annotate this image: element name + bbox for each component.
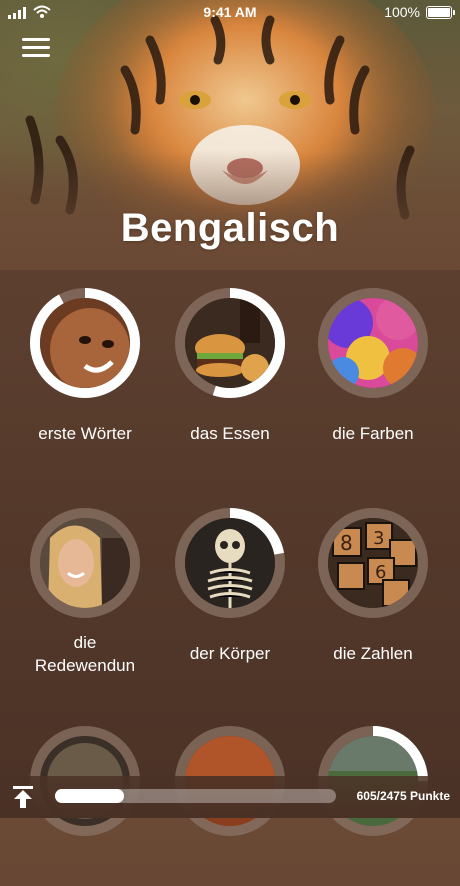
page-title: Bengalisch xyxy=(120,206,340,250)
category-label: das Essen xyxy=(190,424,270,443)
category-item[interactable]: erste Wörter xyxy=(10,288,160,448)
hamburger-menu-icon[interactable] xyxy=(22,36,52,60)
category-item[interactable]: das Essen xyxy=(155,288,305,448)
smiling-woman-thumbnail xyxy=(40,518,130,608)
category-item[interactable]: 8 3 6 die Zahlen xyxy=(298,508,448,668)
battery-icon xyxy=(426,6,455,19)
burger-meal-thumbnail xyxy=(185,298,275,388)
category-label: der Körper xyxy=(189,644,271,663)
svg-text:3: 3 xyxy=(373,528,384,549)
category-label: erste Wörter xyxy=(38,424,132,443)
svg-text:6: 6 xyxy=(375,562,386,583)
points-label: 605/2475 Punkte xyxy=(356,789,450,803)
battery-percent: 100% xyxy=(384,4,420,20)
category-item[interactable]: die Redewendun xyxy=(10,508,160,675)
category-label: die Redewendun xyxy=(34,633,136,675)
baby-face-thumbnail xyxy=(40,298,130,388)
points-progress-bar xyxy=(55,789,336,803)
category-item[interactable]: der Körper xyxy=(155,508,305,668)
category-label: die Zahlen xyxy=(333,644,413,663)
bottom-bar: 605/2475 Punkte xyxy=(0,776,460,818)
status-bar: 9:41 AM 100% xyxy=(0,0,460,26)
svg-text:8: 8 xyxy=(340,531,353,555)
points-progress-fill xyxy=(55,789,124,803)
scroll-to-top-icon[interactable] xyxy=(10,784,36,810)
category-item[interactable]: die Farben xyxy=(298,288,448,448)
color-powder-thumbnail xyxy=(328,298,418,388)
skeleton-thumbnail xyxy=(185,518,275,608)
number-blocks-thumbnail: 83 6 xyxy=(328,518,418,608)
category-label: die Farben xyxy=(332,424,414,443)
